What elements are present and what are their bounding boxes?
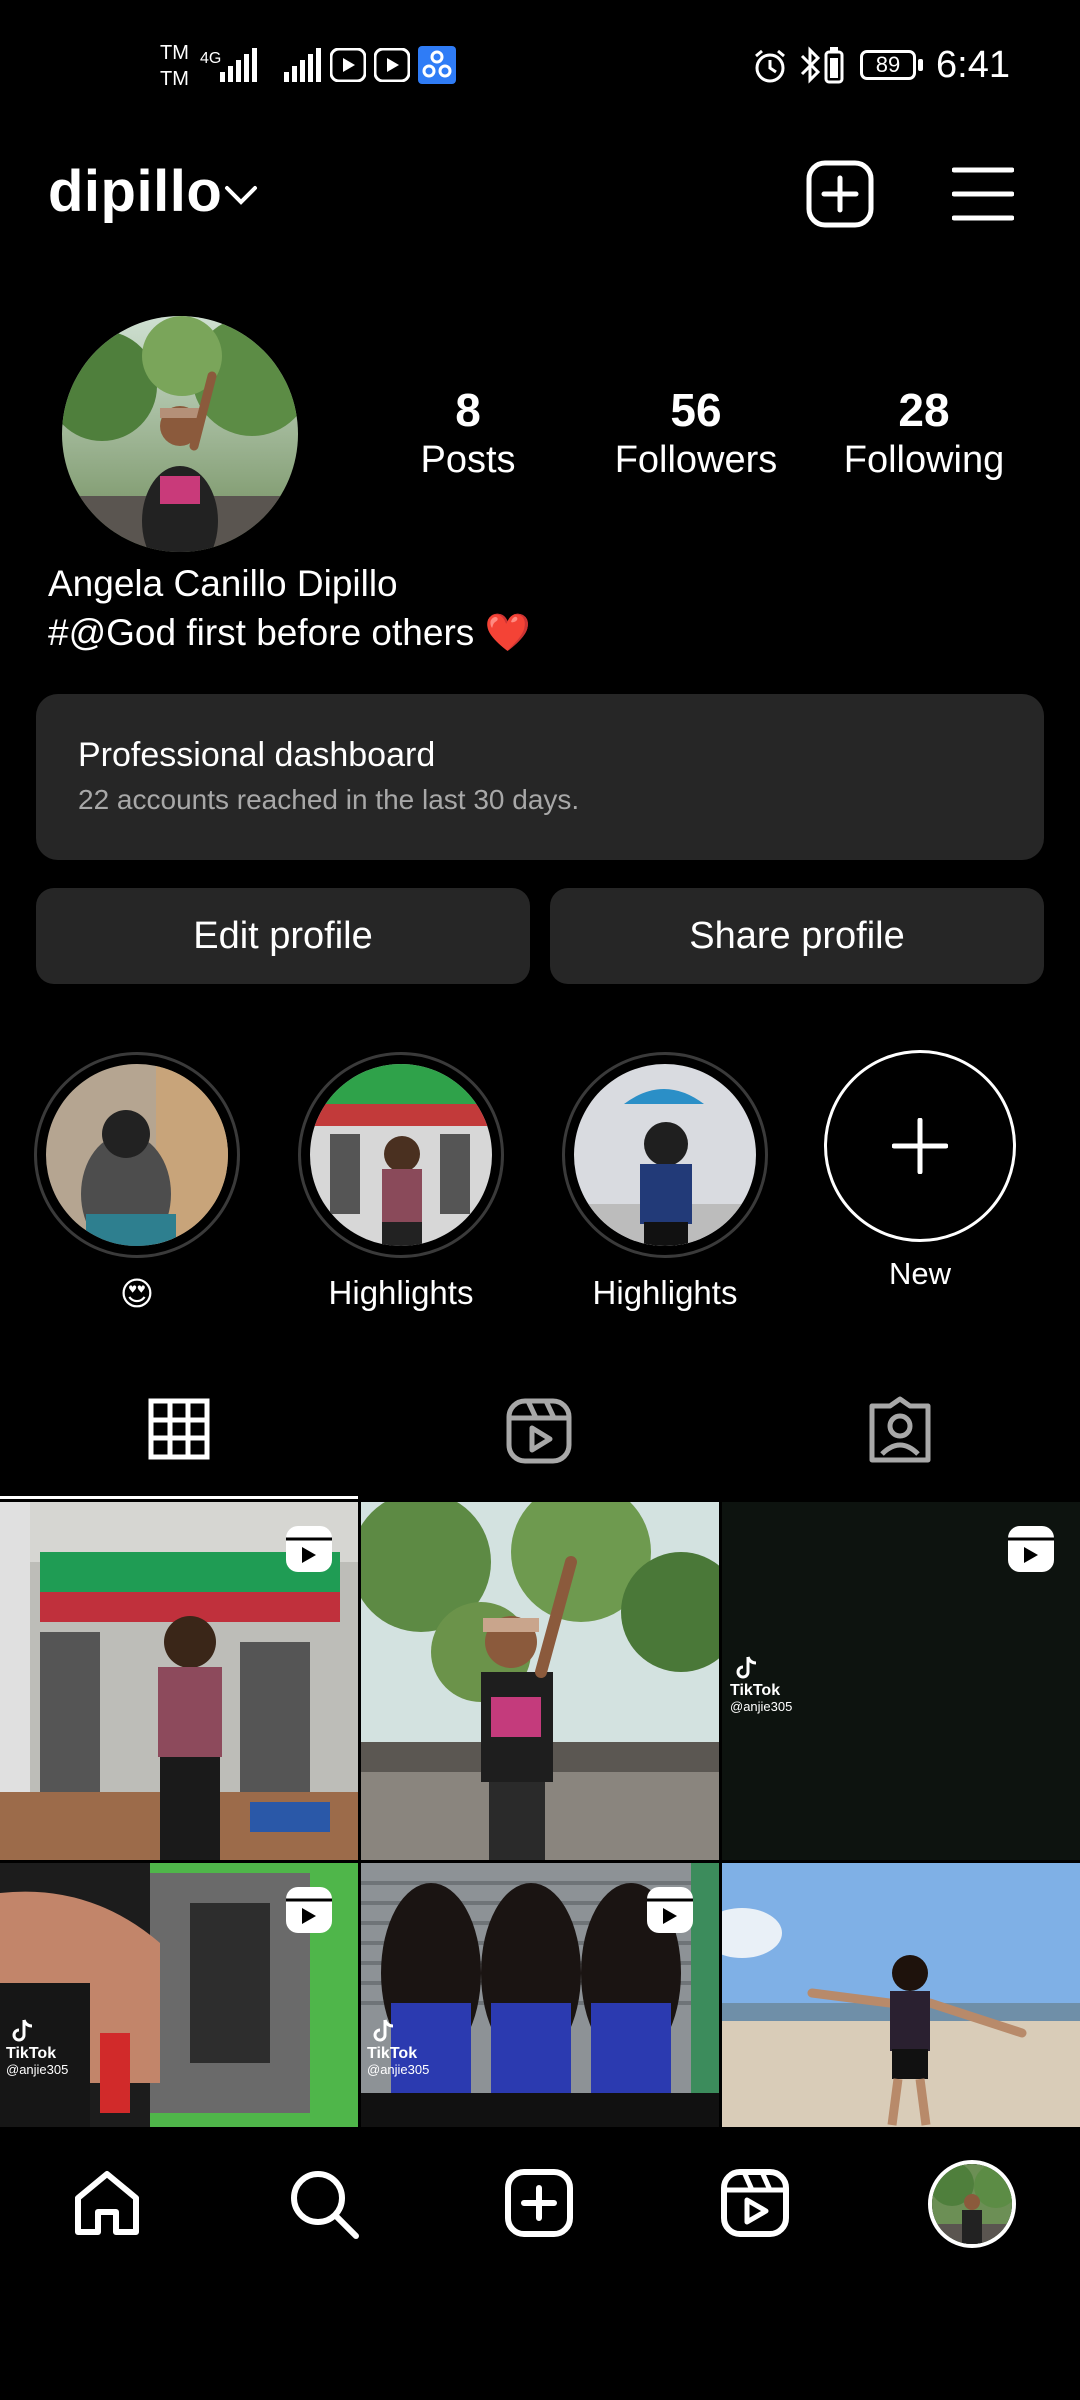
highlight-item[interactable]: Highlights <box>298 1052 504 1322</box>
clock: 6:41 <box>936 44 1010 86</box>
tiktok-brand-label: TikTok <box>367 2045 418 2062</box>
tab-posts-grid[interactable] <box>0 1380 358 1500</box>
plus-icon <box>892 1118 948 1174</box>
tab-reels[interactable] <box>360 1380 720 1500</box>
app-notification-icon <box>418 46 456 84</box>
reel-badge-icon <box>284 1885 334 1935</box>
tiktok-handle-label: @anjie305 <box>6 2062 69 2077</box>
post-thumbnail[interactable] <box>0 1502 358 1860</box>
highlight-item[interactable]: 😍 <box>34 1052 240 1322</box>
tiktok-logo-icon <box>10 2017 36 2043</box>
post-thumbnail[interactable] <box>361 1502 719 1860</box>
highlight-item[interactable]: Highlights <box>562 1052 768 1322</box>
signal-icon-2 <box>284 48 324 82</box>
tiktok-logo-icon <box>371 2017 397 2043</box>
followers-count: 56 <box>670 384 722 436</box>
dashboard-subtitle: 22 accounts reached in the last 30 days. <box>78 784 580 815</box>
tiktok-brand-label: TikTok <box>6 2045 57 2062</box>
bio-text: #@God first before others ❤️ <box>48 612 531 653</box>
signal-icon <box>220 48 260 82</box>
posts-label: Posts <box>420 439 516 481</box>
new-highlight-label: New <box>888 1256 951 1291</box>
tiktok-handle-label: @anjie305 <box>730 1699 793 1714</box>
post-thumbnail[interactable]: TikTok @anjie305 <box>0 1863 358 2127</box>
create-icon[interactable] <box>504 2168 574 2238</box>
professional-dashboard-card[interactable]: Professional dashboard 22 accounts reach… <box>36 694 1044 860</box>
profile-nav-avatar[interactable] <box>928 2160 1016 2248</box>
post-thumbnail[interactable] <box>722 1863 1080 2127</box>
carrier-1-label: TM <box>160 42 189 64</box>
video-app-icon-2 <box>374 48 410 82</box>
tab-tagged[interactable] <box>720 1380 1080 1500</box>
full-name: Angela Canillo Dipillo <box>48 563 398 604</box>
highlight-label: Highlights <box>328 1274 474 1311</box>
tiktok-handle-label: @anjie305 <box>367 2062 430 2077</box>
network-type-label: 4G <box>200 50 222 67</box>
home-icon[interactable] <box>72 2168 142 2238</box>
battery-saver-icon <box>824 46 844 84</box>
battery-icon: 89 <box>860 50 924 82</box>
username-switcher[interactable]: dipillo <box>48 158 222 225</box>
chevron-down-icon[interactable] <box>224 184 258 206</box>
reel-badge-icon <box>645 1885 695 1935</box>
edit-profile-button[interactable]: Edit profile <box>36 888 530 984</box>
grid-icon <box>148 1398 210 1460</box>
highlight-label: Highlights <box>592 1274 738 1311</box>
post-thumbnail[interactable]: TikTok @anjie305 <box>361 1863 719 2127</box>
alarm-icon <box>752 48 788 84</box>
tiktok-logo-icon <box>734 1654 760 1680</box>
reels-icon <box>506 1398 572 1464</box>
following-count: 28 <box>898 384 950 436</box>
posts-stat[interactable]: 8 Posts <box>368 384 568 484</box>
profile-avatar[interactable] <box>62 316 298 552</box>
reel-badge-icon <box>284 1524 334 1574</box>
followers-label: Followers <box>614 439 778 481</box>
highlight-label: 😍 <box>119 1275 155 1312</box>
video-app-icon <box>330 48 366 82</box>
bottom-navigation <box>0 2130 1080 2400</box>
reels-nav-icon[interactable] <box>720 2168 790 2238</box>
search-icon[interactable] <box>288 2168 360 2240</box>
menu-icon[interactable] <box>952 166 1014 222</box>
share-profile-button[interactable]: Share profile <box>550 888 1044 984</box>
following-label: Following <box>843 439 1005 481</box>
create-post-icon[interactable] <box>806 160 874 228</box>
posts-count: 8 <box>455 384 481 436</box>
new-highlight-button[interactable]: New <box>824 1050 1016 1320</box>
tiktok-brand-label: TikTok <box>730 1682 781 1699</box>
tagged-person-icon <box>866 1396 934 1464</box>
battery-level: 89 <box>875 52 901 77</box>
post-thumbnail[interactable]: TikTok @anjie305 <box>722 1502 1080 1860</box>
followers-stat[interactable]: 56 Followers <box>596 384 796 484</box>
bluetooth-icon <box>798 46 822 84</box>
reel-badge-icon <box>1006 1524 1056 1574</box>
following-stat[interactable]: 28 Following <box>824 384 1024 484</box>
dashboard-title: Professional dashboard <box>78 736 436 774</box>
status-bar: TM TM 4G 89 6:41 <box>0 30 1080 110</box>
carrier-2-label: TM <box>160 68 189 90</box>
